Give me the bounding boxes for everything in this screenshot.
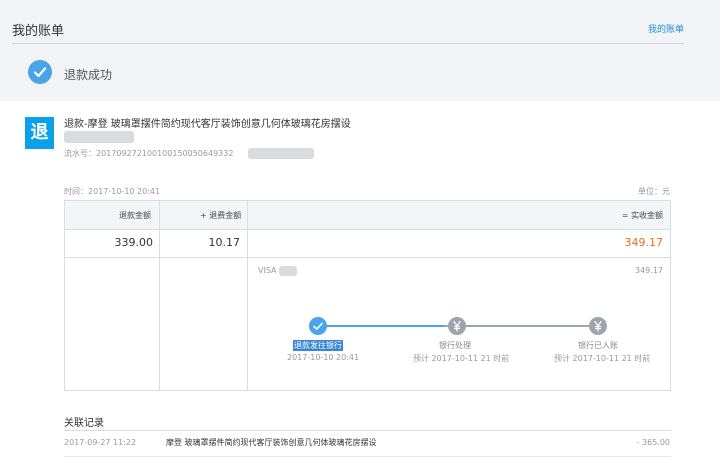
row-divider [65, 257, 670, 258]
channel-amount: 349.17 [635, 266, 663, 275]
related-record-link[interactable]: 摩登 玻璃罩摆件简约现代客厅装饰创意几何体玻璃花房摆设 [166, 437, 377, 448]
refund-status-text: 退款成功 [64, 68, 113, 82]
check-icon [28, 60, 52, 84]
serial-label: 流水号： [64, 149, 96, 158]
time-label: 时间： [64, 187, 88, 196]
transaction-title: 退款-摩登 玻璃罩摆件简约现代客厅装饰创意几何体玻璃花房摆设 [64, 119, 351, 130]
page-title: 我的账单 [12, 24, 65, 39]
refund-fee-value: 10.17 [208, 236, 241, 249]
transaction-time: 时间：2017-10-10 20:41 [64, 186, 160, 197]
serial-number-row: 流水号：201709272100100150050649332 [64, 148, 233, 159]
yen-icon [589, 317, 607, 335]
step-2-label: 银行处理 [439, 341, 471, 350]
serial-number: 201709272100100150050649332 [96, 149, 234, 158]
header-actual-received: = 实收金额 [621, 211, 663, 220]
related-divider [64, 430, 671, 431]
redacted-info [64, 131, 134, 143]
actual-received-value: 349.17 [624, 236, 664, 249]
refund-amount-value: 339.00 [114, 236, 154, 249]
payment-channel: VISA [258, 266, 277, 275]
amount-table-header: 退款金额 + 退费金额 = 实收金额 [65, 201, 670, 230]
related-record-date: 2017-09-27 11:22 [64, 438, 137, 447]
header-divider [12, 43, 684, 44]
related-bottom-divider [64, 456, 671, 457]
redacted-serial [248, 148, 314, 159]
check-icon [309, 317, 327, 335]
page-header: 我的账单 我的账单 退款成功 [0, 0, 720, 101]
header-refund-fee: + 退费金额 [200, 211, 242, 220]
step-3-label: 银行已入账 [578, 341, 618, 350]
refund-badge: 退 [25, 117, 54, 149]
amount-table: 退款金额 + 退费金额 = 实收金额 339.00 10.17 349.17 V… [64, 200, 671, 391]
currency-unit: 单位：元 [638, 187, 670, 196]
time-value: 2017-10-10 20:41 [88, 187, 161, 196]
progress-track-done [326, 325, 444, 327]
column-divider [159, 201, 160, 390]
step-3-time: 预计 2017-10-11 21 时前 [554, 354, 651, 363]
my-bills-link[interactable]: 我的账单 [648, 22, 684, 35]
step-1-time: 2017-10-10 20:41 [287, 353, 360, 362]
yen-icon [448, 317, 466, 335]
column-divider [247, 201, 248, 390]
related-records-title: 关联记录 [64, 418, 104, 429]
step-2-time: 预计 2017-10-11 21 时前 [413, 354, 510, 363]
redacted-card [279, 266, 297, 276]
related-record-amount: - 365.00 [636, 438, 670, 447]
step-1-label: 退款发往银行 [293, 340, 343, 351]
header-refund-amount: 退款金额 [119, 211, 151, 220]
